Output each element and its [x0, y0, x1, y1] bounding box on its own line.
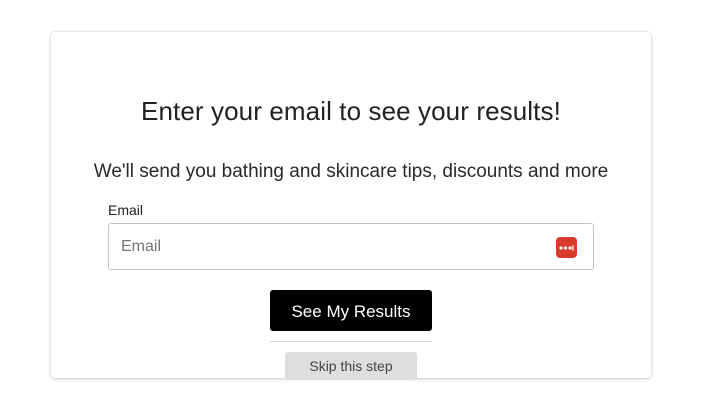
email-field[interactable] — [109, 224, 549, 269]
dots-icon — [559, 244, 574, 251]
card-title: Enter your email to see your results! — [141, 96, 561, 126]
page: Enter your email to see your results! We… — [0, 0, 703, 415]
email-field-label: Email — [108, 202, 144, 218]
divider — [270, 341, 432, 342]
password-manager-icon[interactable] — [556, 237, 577, 258]
skip-step-button[interactable]: Skip this step — [285, 352, 417, 380]
email-capture-card: Enter your email to see your results! We… — [51, 32, 651, 380]
see-my-results-button[interactable]: See My Results — [270, 290, 432, 331]
email-field-container[interactable] — [108, 223, 594, 270]
card-subtitle: We'll send you bathing and skincare tips… — [93, 161, 609, 182]
